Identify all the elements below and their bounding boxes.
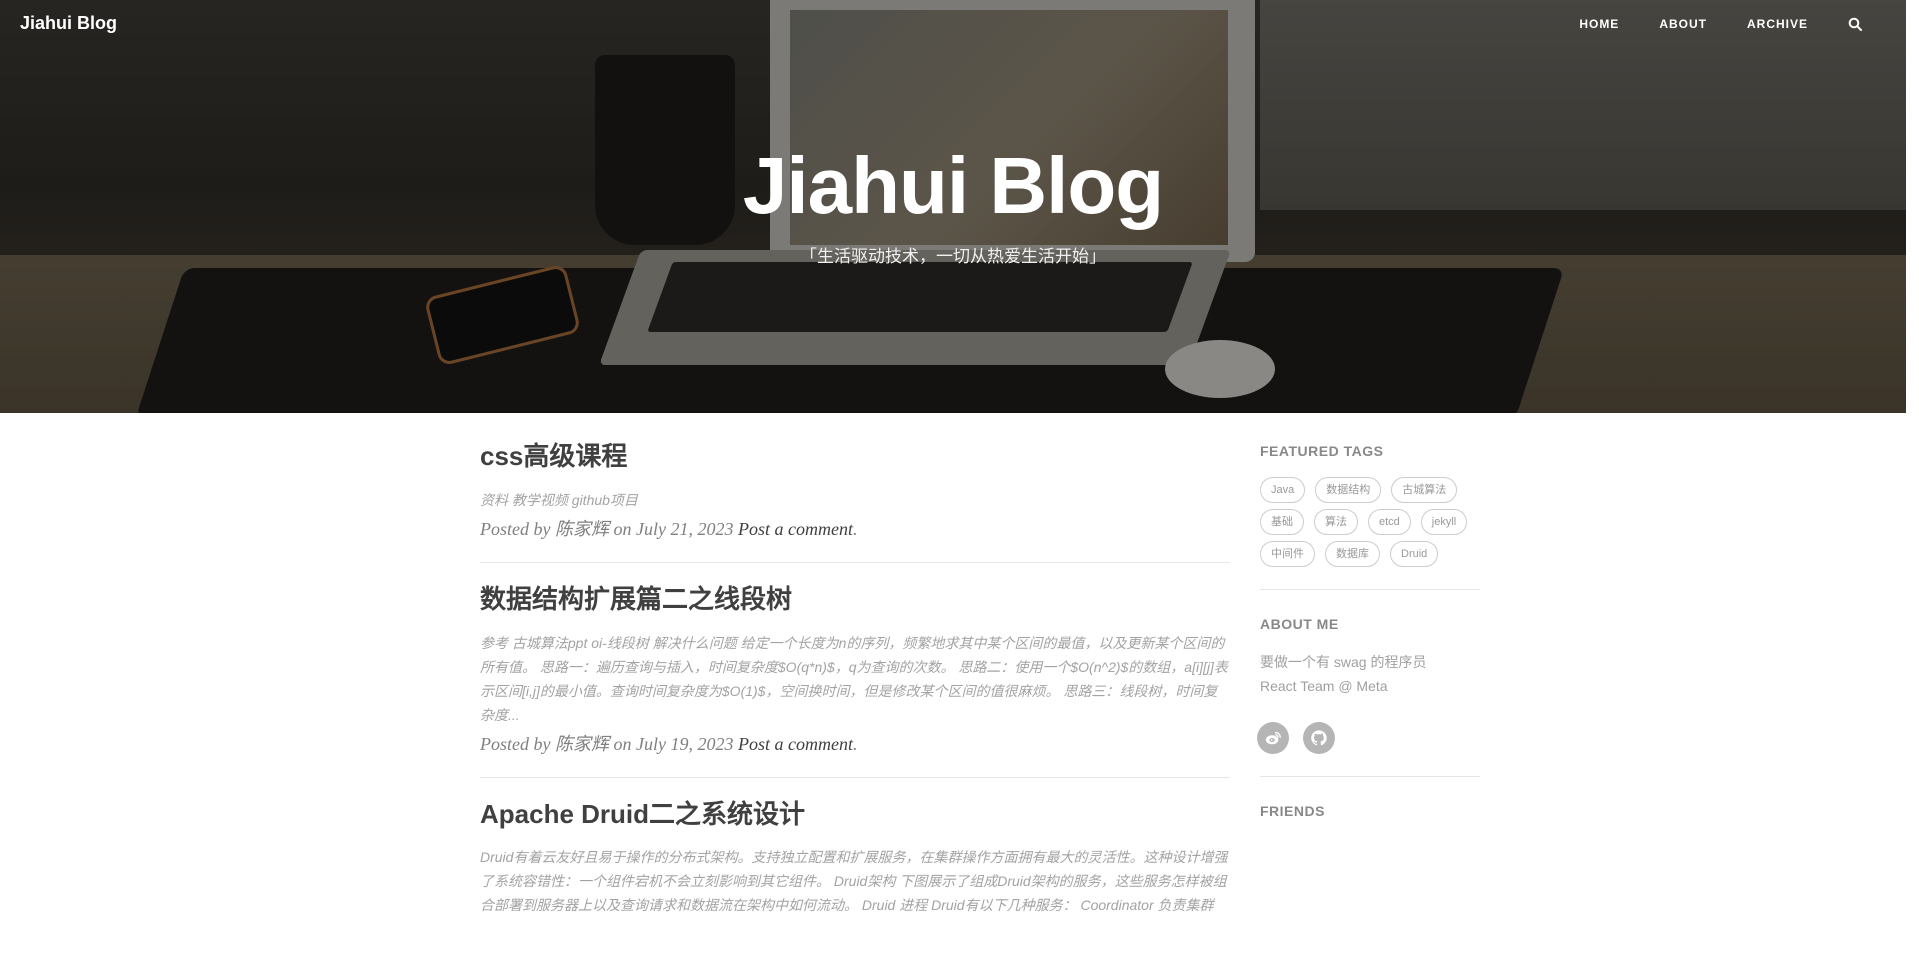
tag-etcd[interactable]: etcd: [1368, 509, 1411, 535]
about-me-title: ABOUT ME: [1260, 616, 1339, 632]
search-icon[interactable]: [1848, 17, 1862, 31]
hero-subtitle: 「生活驱动技术，一切从热爱生活开始」: [800, 247, 1106, 266]
tag-data-structure[interactable]: 数据结构: [1315, 477, 1382, 503]
social-links: [1257, 722, 1480, 754]
post-meta-suffix: .: [852, 518, 858, 539]
about-me-line2: React Team @ Meta: [1260, 678, 1388, 694]
tag-basics[interactable]: 基础: [1260, 509, 1304, 535]
post-item: Apache Druid二之系统设计 Druid有着云友好且易于操作的分布式架构…: [480, 798, 1230, 942]
post-meta: Posted by 陈家辉 on July 19, 2023 Post a co…: [480, 731, 1230, 757]
tag-database[interactable]: 数据库: [1325, 541, 1380, 567]
hero-title: Jiahui Blog: [742, 141, 1164, 230]
post-title-link[interactable]: 数据结构扩展篇二之线段树: [480, 583, 1230, 617]
post-meta-suffix: .: [852, 733, 858, 754]
nav-archive[interactable]: ARCHIVE: [1747, 17, 1808, 31]
post-meta-text: Posted by 陈家辉 on July 19, 2023: [480, 733, 738, 754]
tag-middleware[interactable]: 中间件: [1260, 541, 1315, 567]
tag-cloud: Java 数据结构 古城算法 基础 算法 etcd jekyll 中间件 数据库…: [1260, 477, 1480, 567]
post-comment-link[interactable]: Post a comment: [738, 519, 853, 539]
friends-title: FRIENDS: [1260, 803, 1325, 819]
post-list: css高级课程 资料 教学视频 github项目 Posted by 陈家辉 o…: [480, 440, 1230, 961]
post-item: css高级课程 资料 教学视频 github项目 Posted by 陈家辉 o…: [480, 440, 1230, 563]
post-comment-link[interactable]: Post a comment: [738, 734, 853, 754]
friends-section: FRIENDS: [1260, 803, 1480, 819]
post-meta-text: Posted by 陈家辉 on July 21, 2023: [480, 518, 738, 539]
post-excerpt[interactable]: Druid有着云友好且易于操作的分布式架构。支持独立配置和扩展服务，在集群操作方…: [480, 845, 1230, 917]
about-me-line1: 要做一个有 swag 的程序员: [1260, 654, 1427, 670]
about-me-section: ABOUT ME 要做一个有 swag 的程序员 React Team @ Me…: [1257, 616, 1480, 777]
featured-tags-title: FEATURED TAGS: [1260, 443, 1384, 459]
sidebar: FEATURED TAGS Java 数据结构 古城算法 基础 算法 etcd …: [1257, 443, 1480, 819]
post-meta: Posted by 陈家辉 on July 21, 2023 Post a co…: [480, 516, 1230, 542]
weibo-icon[interactable]: [1257, 722, 1289, 754]
site-brand-link[interactable]: Jiahui Blog: [20, 13, 117, 34]
tag-java[interactable]: Java: [1260, 477, 1306, 503]
featured-tags-section: FEATURED TAGS Java 数据结构 古城算法 基础 算法 etcd …: [1260, 443, 1480, 590]
post-excerpt[interactable]: 资料 教学视频 github项目: [480, 488, 1230, 512]
main-nav: HOME ABOUT ARCHIVE: [1539, 17, 1862, 31]
tag-jekyll[interactable]: jekyll: [1420, 509, 1468, 535]
post-item: 数据结构扩展篇二之线段树 参考 古城算法ppt oi-线段树 解决什么问题 给定…: [480, 583, 1230, 778]
post-title-link[interactable]: css高级课程: [480, 440, 1230, 474]
tag-druid[interactable]: Druid: [1390, 541, 1439, 567]
post-excerpt[interactable]: 参考 古城算法ppt oi-线段树 解决什么问题 给定一个长度为n的序列，频繁地…: [480, 631, 1230, 727]
hero-banner: Jiahui Blog HOME ABOUT ARCHIVE Jiahui Bl…: [0, 0, 1906, 413]
github-icon[interactable]: [1303, 722, 1335, 754]
nav-about[interactable]: ABOUT: [1659, 17, 1707, 31]
tag-algorithm[interactable]: 算法: [1314, 509, 1358, 535]
nav-home[interactable]: HOME: [1579, 17, 1619, 31]
tag-gucheng-algorithm[interactable]: 古城算法: [1391, 477, 1458, 503]
post-title-link[interactable]: Apache Druid二之系统设计: [480, 798, 1230, 832]
